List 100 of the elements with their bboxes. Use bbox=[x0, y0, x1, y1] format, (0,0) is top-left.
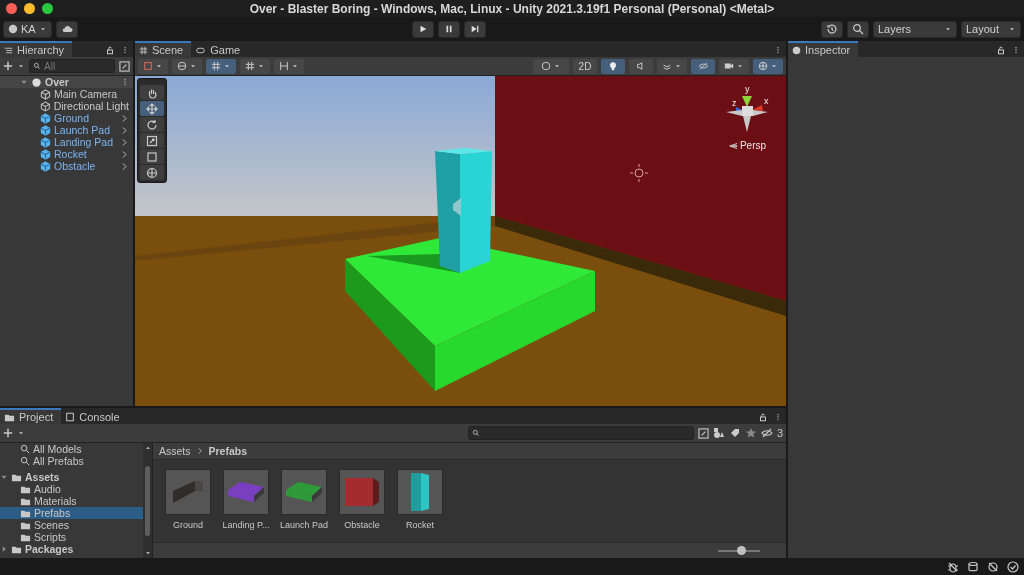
hierarchy-item[interactable]: Main Camera bbox=[0, 88, 133, 100]
tool-button[interactable] bbox=[140, 133, 164, 148]
hierarchy-item[interactable]: Ground bbox=[0, 112, 133, 124]
minimize-window-button[interactable] bbox=[24, 3, 35, 14]
hidden-count: 3 bbox=[776, 427, 783, 439]
cloud-button[interactable] bbox=[55, 20, 78, 38]
play-button[interactable] bbox=[412, 20, 435, 38]
tool-button[interactable] bbox=[140, 85, 164, 100]
breadcrumb-link[interactable]: Assets bbox=[159, 445, 191, 457]
projection-toggle[interactable]: Persp bbox=[739, 140, 767, 151]
favorite-search-item[interactable]: All Prefabs bbox=[0, 455, 143, 467]
globe-button[interactable] bbox=[172, 58, 202, 74]
folder-item[interactable]: Scripts bbox=[0, 531, 143, 543]
bug-icon[interactable] bbox=[947, 560, 959, 573]
close-window-button[interactable] bbox=[6, 3, 17, 14]
folder-item[interactable]: Audio bbox=[0, 483, 143, 495]
prefab-thumbnail[interactable] bbox=[223, 469, 269, 515]
scene-row[interactable]: Over bbox=[0, 76, 133, 88]
console-icon bbox=[65, 412, 76, 422]
check-icon[interactable] bbox=[1007, 560, 1019, 573]
zoom-slider[interactable] bbox=[718, 549, 760, 552]
folder-item[interactable]: Assets bbox=[0, 471, 143, 483]
hierarchy-item[interactable]: Launch Pad bbox=[0, 124, 133, 136]
search-button[interactable] bbox=[847, 20, 869, 38]
project-tab[interactable]: Console bbox=[61, 408, 128, 424]
2d-toggle-button[interactable]: 2D bbox=[573, 58, 597, 74]
more-icon[interactable] bbox=[774, 411, 782, 423]
prefab-thumbnail[interactable] bbox=[339, 469, 385, 515]
scroll-down-icon bbox=[144, 550, 151, 556]
hidden-eye-icon[interactable] bbox=[760, 427, 773, 439]
disclosure-triangle-icon[interactable] bbox=[0, 545, 8, 553]
inspector-tab[interactable]: Inspector bbox=[788, 41, 859, 57]
hierarchy-tab[interactable]: Hierarchy bbox=[0, 41, 73, 57]
disclosure-triangle-icon[interactable] bbox=[0, 473, 8, 481]
increment-snap-button[interactable] bbox=[240, 58, 270, 74]
shading-mode-button[interactable] bbox=[533, 58, 569, 74]
history-icon bbox=[826, 23, 838, 35]
zoom-window-button[interactable] bbox=[42, 3, 53, 14]
layout-dropdown[interactable]: Layout bbox=[961, 20, 1021, 38]
more-icon[interactable] bbox=[121, 76, 129, 88]
network-off-icon[interactable] bbox=[987, 560, 999, 573]
hierarchy-item[interactable]: Rocket bbox=[0, 148, 133, 160]
lock-icon[interactable] bbox=[105, 45, 115, 55]
prefab-thumbnail[interactable] bbox=[281, 469, 327, 515]
scrollbar-thumb[interactable] bbox=[145, 465, 150, 536]
search-scope-icon[interactable] bbox=[697, 427, 709, 439]
scene-search-icon[interactable] bbox=[119, 60, 130, 72]
folder-item[interactable]: Packages bbox=[0, 543, 143, 555]
tool-button[interactable] bbox=[140, 101, 164, 116]
add-icon[interactable] bbox=[3, 428, 13, 438]
more-icon[interactable] bbox=[774, 44, 782, 56]
audio-toggle-button[interactable] bbox=[629, 58, 653, 74]
scene-tab[interactable]: Game bbox=[191, 41, 249, 57]
hierarchy-item[interactable]: Directional Light bbox=[0, 100, 133, 112]
folder-item[interactable]: Prefabs bbox=[0, 507, 143, 519]
more-icon[interactable] bbox=[121, 44, 129, 56]
tool-button[interactable] bbox=[140, 165, 164, 180]
search-icon bbox=[852, 23, 864, 35]
project-tab[interactable]: Project bbox=[0, 408, 62, 424]
lock-icon[interactable] bbox=[996, 45, 1006, 55]
lock-icon[interactable] bbox=[758, 412, 768, 422]
more-icon[interactable] bbox=[1012, 44, 1020, 56]
layers-dropdown[interactable]: Layers bbox=[873, 20, 957, 38]
grid-snap-icon bbox=[211, 61, 221, 71]
history-button[interactable] bbox=[821, 20, 843, 38]
add-icon[interactable] bbox=[3, 61, 13, 71]
orientation-gizmo-drawing[interactable]: y z x bbox=[722, 82, 772, 136]
lighting-toggle-button[interactable] bbox=[601, 58, 625, 74]
account-button[interactable]: KA bbox=[3, 20, 52, 38]
folder-item[interactable]: Scenes bbox=[0, 519, 143, 531]
tool-button[interactable] bbox=[140, 149, 164, 164]
hierarchy-item[interactable]: Obstacle bbox=[0, 160, 133, 172]
gizmo-icon bbox=[758, 61, 768, 71]
grid-snap-button[interactable] bbox=[206, 58, 236, 74]
search-field[interactable] bbox=[467, 426, 694, 440]
favorite-search-item[interactable]: All Models bbox=[0, 443, 143, 455]
cache-icon[interactable] bbox=[967, 560, 979, 573]
step-button[interactable] bbox=[464, 20, 487, 38]
camera-button[interactable] bbox=[719, 58, 749, 74]
scale-icon bbox=[146, 134, 158, 147]
prefab-thumbnail[interactable] bbox=[165, 469, 211, 515]
breadcrumb-link[interactable]: Prefabs bbox=[208, 445, 248, 457]
align-button[interactable] bbox=[274, 58, 304, 74]
draw-mode-button[interactable] bbox=[138, 58, 168, 74]
disclosure-triangle-icon[interactable] bbox=[20, 78, 28, 86]
tool-button[interactable] bbox=[140, 117, 164, 132]
slider-thumb[interactable] bbox=[737, 545, 747, 555]
pause-icon bbox=[444, 24, 455, 34]
visibility-toggle-button[interactable] bbox=[691, 58, 715, 74]
hierarchy-item[interactable]: Landing Pad bbox=[0, 136, 133, 148]
align-icon bbox=[279, 61, 289, 71]
gizmos-button[interactable] bbox=[753, 58, 783, 74]
pause-button[interactable] bbox=[438, 20, 461, 38]
prefab-thumbnail[interactable] bbox=[397, 469, 443, 515]
transform-icon bbox=[146, 166, 158, 179]
type-filter-icon[interactable] bbox=[712, 427, 725, 439]
effects-button[interactable] bbox=[657, 58, 687, 74]
scene-tab[interactable]: Scene bbox=[135, 41, 192, 57]
star-icon[interactable] bbox=[744, 427, 757, 439]
folder-item[interactable]: Materials bbox=[0, 495, 143, 507]
